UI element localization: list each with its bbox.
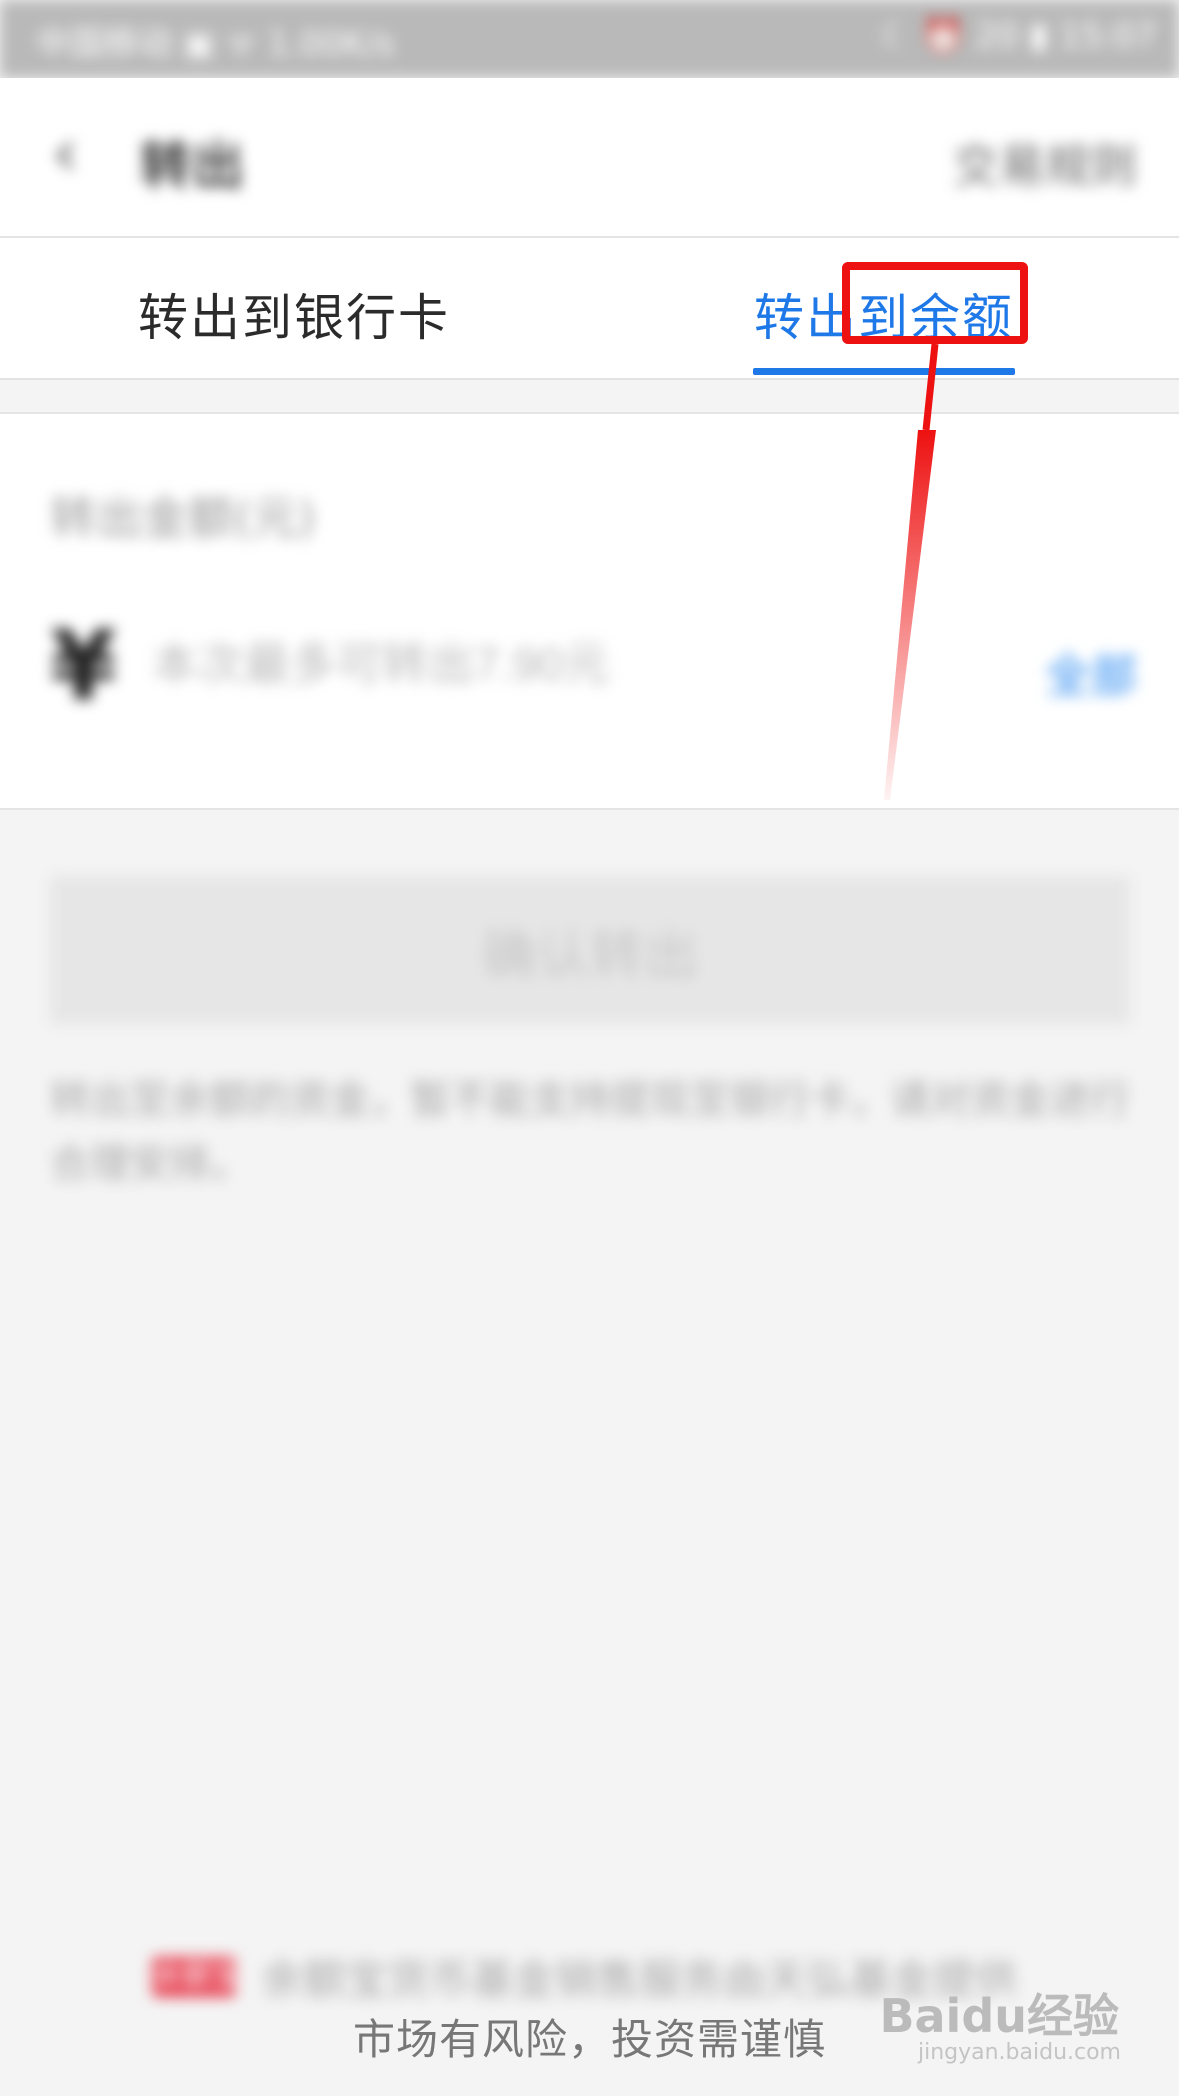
confirm-transfer-button[interactable]: 确认转出 (50, 876, 1130, 1024)
footer-badge: 余额宝 (152, 1956, 242, 1997)
amount-label: 转出金额(元) (50, 491, 316, 545)
yuan-icon: ¥ (50, 610, 117, 722)
transfer-note: 转出至余额的资金，暂不能支持提现至银行卡，请对资金进行合理安排。 (50, 1077, 1130, 1187)
status-bar-left: 中国移动 ▣ ᯤ 1.00K/s (36, 24, 395, 64)
annotation-highlight-box (842, 262, 1028, 344)
tab-active-indicator (753, 368, 1015, 375)
page-title: 转出 (140, 137, 245, 197)
transaction-rules-link[interactable]: 交易规则 (953, 130, 1137, 196)
tab-bank-card[interactable]: 转出到银行卡 (138, 278, 450, 350)
transfer-all-link[interactable]: 全部 (1045, 640, 1137, 706)
status-bar: 中国移动 ▣ ᯤ 1.00K/s ☾ ⏰ 20 ▮ 15:07 (0, 0, 1179, 78)
status-bar-right: ☾ ⏰ 20 ▮ 15:07 (880, 16, 1157, 56)
amount-card: 转出金额(元) ¥ 全部 (0, 412, 1179, 810)
baidu-watermark-url: jingyan.baidu.com (917, 2040, 1121, 2065)
chevron-left-icon[interactable]: ‹ (52, 114, 78, 191)
navigation-bar: ‹ 转出 交易规则 (0, 78, 1179, 238)
amount-input[interactable] (150, 636, 854, 692)
baidu-watermark: Baidu经验 (879, 1989, 1119, 2043)
